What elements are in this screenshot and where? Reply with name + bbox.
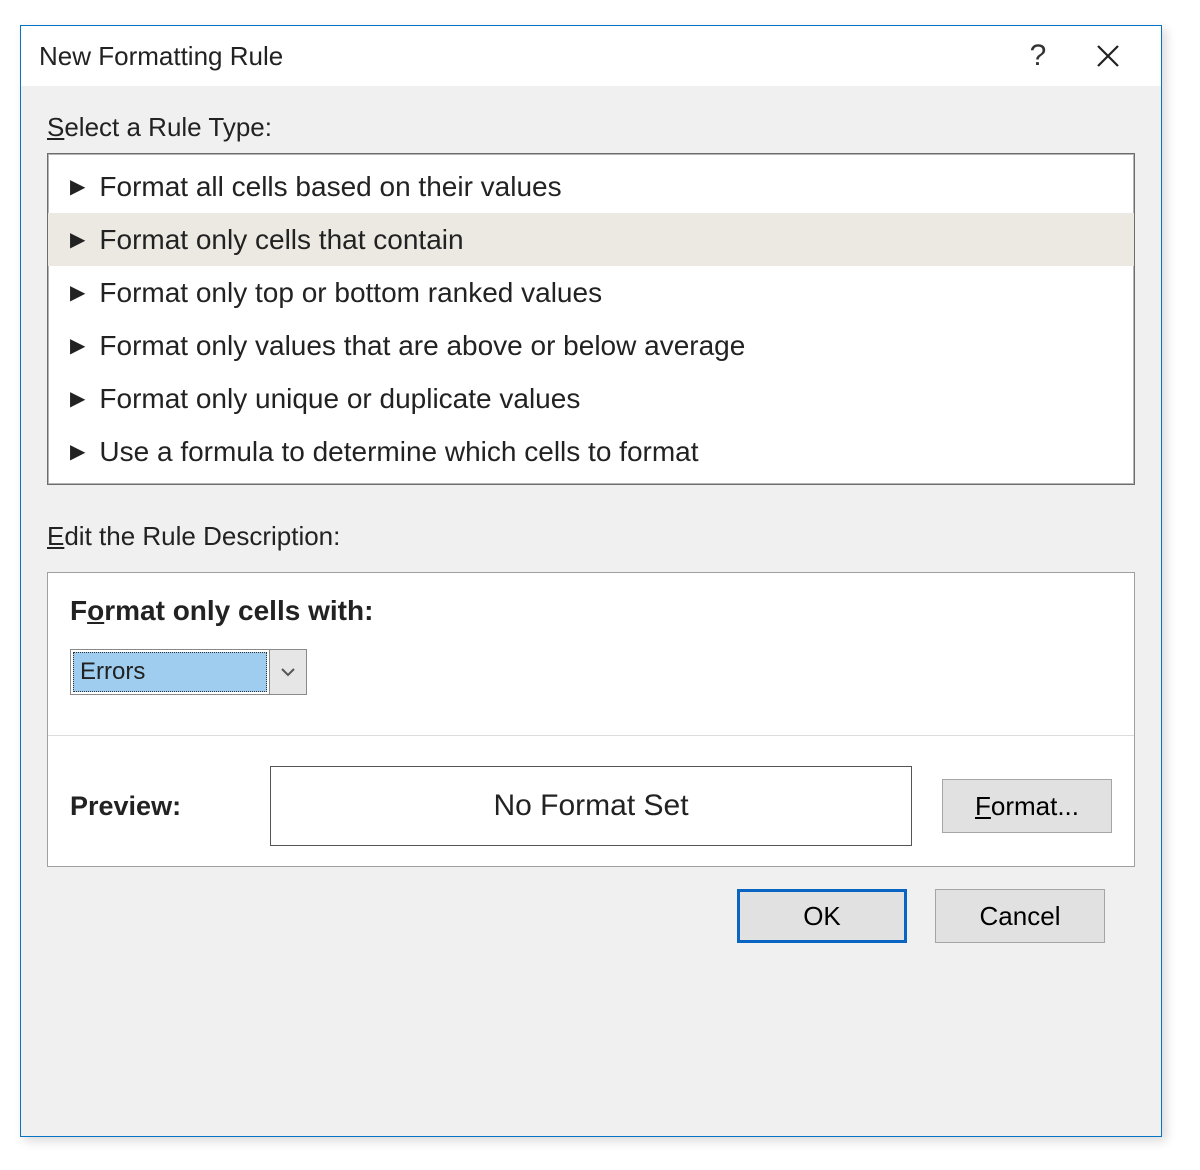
close-icon [1095,43,1121,69]
rule-type-list[interactable]: ▶ Format all cells based on their values… [47,153,1135,485]
rule-type-item[interactable]: ▶ Format only unique or duplicate values [48,372,1134,425]
preview-label: Preview: [70,791,240,822]
rule-type-item[interactable]: ▶ Format all cells based on their values [48,160,1134,213]
format-button[interactable]: Format... [942,779,1112,833]
ok-button[interactable]: OK [737,889,907,943]
format-only-cells-with-label: Format only cells with: [70,595,1112,627]
rule-type-text: Format only cells that contain [99,224,463,256]
rule-type-text: Format only unique or duplicate values [99,383,580,415]
triangle-right-icon: ▶ [70,442,85,462]
rule-type-item[interactable]: ▶ Format only values that are above or b… [48,319,1134,372]
rule-description-panel: Format only cells with: Errors Preview: … [47,572,1135,867]
condition-dropdown-value: Errors [73,652,267,692]
triangle-right-icon: ▶ [70,283,85,303]
new-formatting-rule-dialog: New Formatting Rule ? Select a Rule Type… [20,25,1162,1137]
triangle-right-icon: ▶ [70,336,85,356]
select-rule-type-label: Select a Rule Type: [47,112,1135,143]
divider [48,735,1134,736]
dialog-body: Select a Rule Type: ▶ Format all cells b… [21,86,1161,1136]
preview-box: No Format Set [270,766,912,846]
rule-type-item[interactable]: ▶ Format only top or bottom ranked value… [48,266,1134,319]
close-button[interactable] [1073,31,1143,81]
rule-type-item[interactable]: ▶ Format only cells that contain [48,213,1134,266]
cancel-button[interactable]: Cancel [935,889,1105,943]
title-bar: New Formatting Rule ? [21,26,1161,86]
triangle-right-icon: ▶ [70,177,85,197]
rule-type-text: Use a formula to determine which cells t… [99,436,698,468]
triangle-right-icon: ▶ [70,230,85,250]
dropdown-toggle[interactable] [269,650,306,694]
rule-type-text: Format all cells based on their values [99,171,561,203]
dialog-title: New Formatting Rule [39,41,1003,72]
edit-rule-description-label: Edit the Rule Description: [47,521,1135,552]
rule-type-text: Format only values that are above or bel… [99,330,745,362]
dialog-footer: OK Cancel [47,867,1135,943]
rule-type-text: Format only top or bottom ranked values [99,277,602,309]
chevron-down-icon [280,666,296,678]
rule-type-item[interactable]: ▶ Use a formula to determine which cells… [48,425,1134,478]
help-icon: ? [1030,39,1047,73]
preview-row: Preview: No Format Set Format... [70,766,1112,846]
help-button[interactable]: ? [1003,31,1073,81]
triangle-right-icon: ▶ [70,389,85,409]
condition-dropdown[interactable]: Errors [70,649,307,695]
